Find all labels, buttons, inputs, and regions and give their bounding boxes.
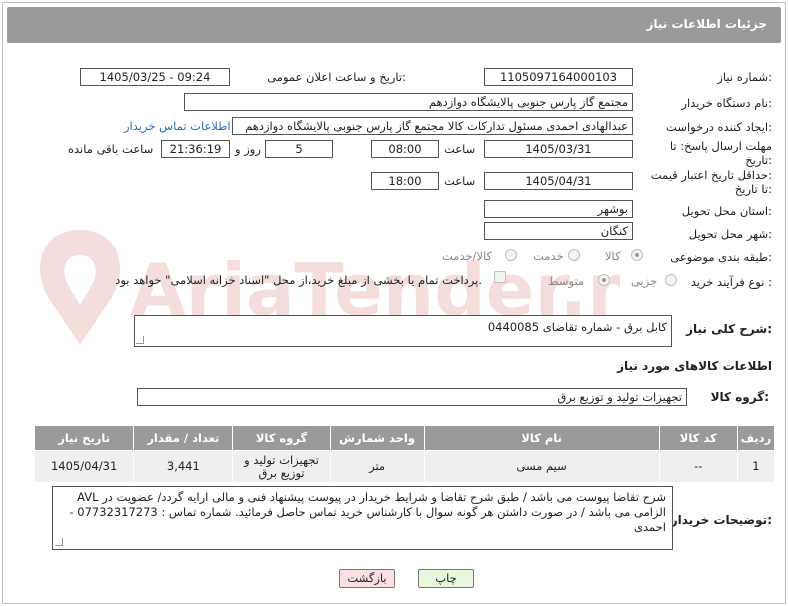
category-option-goods: کالا: [605, 249, 621, 263]
process-option-minor: جزیی: [631, 274, 658, 288]
category-option-both: کالا/خدمت: [442, 249, 493, 263]
group-label: گروه کالا:: [710, 390, 769, 404]
col-date: تاریخ نیاز: [33, 425, 135, 451]
resize-grip-icon[interactable]: [136, 336, 144, 344]
city-label: شهر محل تحویل:: [688, 227, 772, 241]
col-code: کد کالا: [658, 425, 738, 451]
page-title: جزئیات اطلاعات نیاز: [646, 17, 767, 31]
province-label: استان محل تحویل:: [681, 204, 772, 218]
items-info-heading: اطلاعات کالاهای مورد نیاز: [617, 359, 772, 373]
need-number-field: 1105097164000103: [484, 68, 633, 86]
category-option-service: خدمت: [533, 249, 564, 263]
need-number-label: شماره نیاز:: [717, 70, 772, 84]
table-row: 1 -- سیم مسی متر تجهیزات تولید و توزیع ب…: [33, 450, 776, 483]
process-radio-medium[interactable]: [598, 274, 610, 286]
days-field: 5: [265, 140, 333, 158]
payment-note: پرداخت تمام یا بخشی از مبلغ خرید،از محل …: [115, 273, 482, 287]
category-radio-service[interactable]: [568, 249, 580, 261]
category-label: طبقه بندی موضوعی:: [670, 250, 772, 264]
summary-field: کابل برق - شماره تقاضای 0440085: [134, 315, 672, 347]
cell-group: تجهیزات تولید و توزیع برق: [232, 450, 331, 483]
print-button[interactable]: چاپ: [418, 569, 474, 588]
cell-unit: متر: [329, 450, 425, 483]
col-group: گروه کالا: [232, 425, 331, 451]
remaining-label: ساعت باقی مانده: [68, 142, 154, 156]
cell-date: 1405/04/31: [33, 450, 135, 483]
creator-label: ایجاد کننده درخواست:: [666, 120, 772, 134]
treasury-checkbox[interactable]: [494, 271, 506, 283]
process-radio-minor[interactable]: [665, 274, 677, 286]
city-field: کنگان: [484, 222, 633, 240]
table-header-row: ردیف کد کالا نام کالا واحد شمارش گروه کا…: [33, 425, 776, 451]
back-button[interactable]: بازگشت: [339, 569, 395, 588]
col-row: ردیف: [736, 425, 776, 451]
resize-grip-icon[interactable]: [55, 538, 63, 546]
buyer-notes-label: توضیحات خریدار:: [670, 513, 772, 527]
cell-row: 1: [736, 450, 776, 483]
buyer-label: نام دستگاه خریدار:: [681, 96, 772, 110]
deadline-label: مهلت ارسال پاسخ: تا: [669, 139, 772, 153]
items-table: ردیف کد کالا نام کالا واحد شمارش گروه کا…: [33, 425, 776, 483]
remaining-time-field: 21:36:19: [161, 140, 230, 158]
province-field: بوشهر: [484, 200, 633, 218]
col-unit: واحد شمارش: [329, 425, 425, 451]
col-quantity: تعداد / مقدار: [133, 425, 234, 451]
category-radio-both[interactable]: [505, 249, 517, 261]
creator-field: عبدالهادی احمدی مسئول تدارکات کالا مجتمع…: [232, 117, 633, 135]
group-field: تجهیزات تولید و توزیع برق: [137, 388, 687, 406]
summary-label: شرح کلی نیاز:: [686, 322, 772, 336]
validity-time-field: 18:00: [371, 172, 439, 190]
deadline-label-date: تاریخ:: [745, 153, 772, 167]
category-radio-goods[interactable]: [631, 249, 643, 261]
validity-date-field: 1405/04/31: [484, 172, 633, 190]
process-label: نوع فرآیند خرید :: [690, 275, 772, 289]
cell-code: --: [658, 450, 738, 483]
buyer-field: مجتمع گاز پارس جنوبی پالایشگاه دوازدهم: [184, 93, 633, 111]
deadline-time-field: 08:00: [371, 140, 439, 158]
buyer-contact-link[interactable]: اطلاعات تماس خریدار: [124, 119, 231, 133]
validity-label: حداقل تاریخ اعتبار قیمت:: [650, 168, 772, 182]
col-name: نام کالا: [423, 425, 660, 451]
cell-quantity: 3,441: [133, 450, 234, 483]
deadline-date-field: 1405/03/31: [484, 140, 633, 158]
validity-time-label: ساعت: [444, 174, 476, 188]
page-header: جزئیات اطلاعات نیاز: [7, 7, 781, 43]
process-option-medium: متوسط: [548, 274, 585, 288]
cell-name: سیم مسی: [423, 450, 660, 483]
announce-field: 1405/03/25 - 09:24: [80, 68, 230, 86]
validity-label-date: تا تاریخ:: [734, 182, 772, 196]
deadline-time-label: ساعت: [444, 142, 476, 156]
days-label: روز و: [235, 142, 261, 156]
buyer-notes-field: شرح تقاضا پیوست می باشد / طبق شرح تقاضا …: [52, 486, 673, 550]
announce-label: تاریخ و ساعت اعلان عمومی:: [267, 70, 406, 84]
